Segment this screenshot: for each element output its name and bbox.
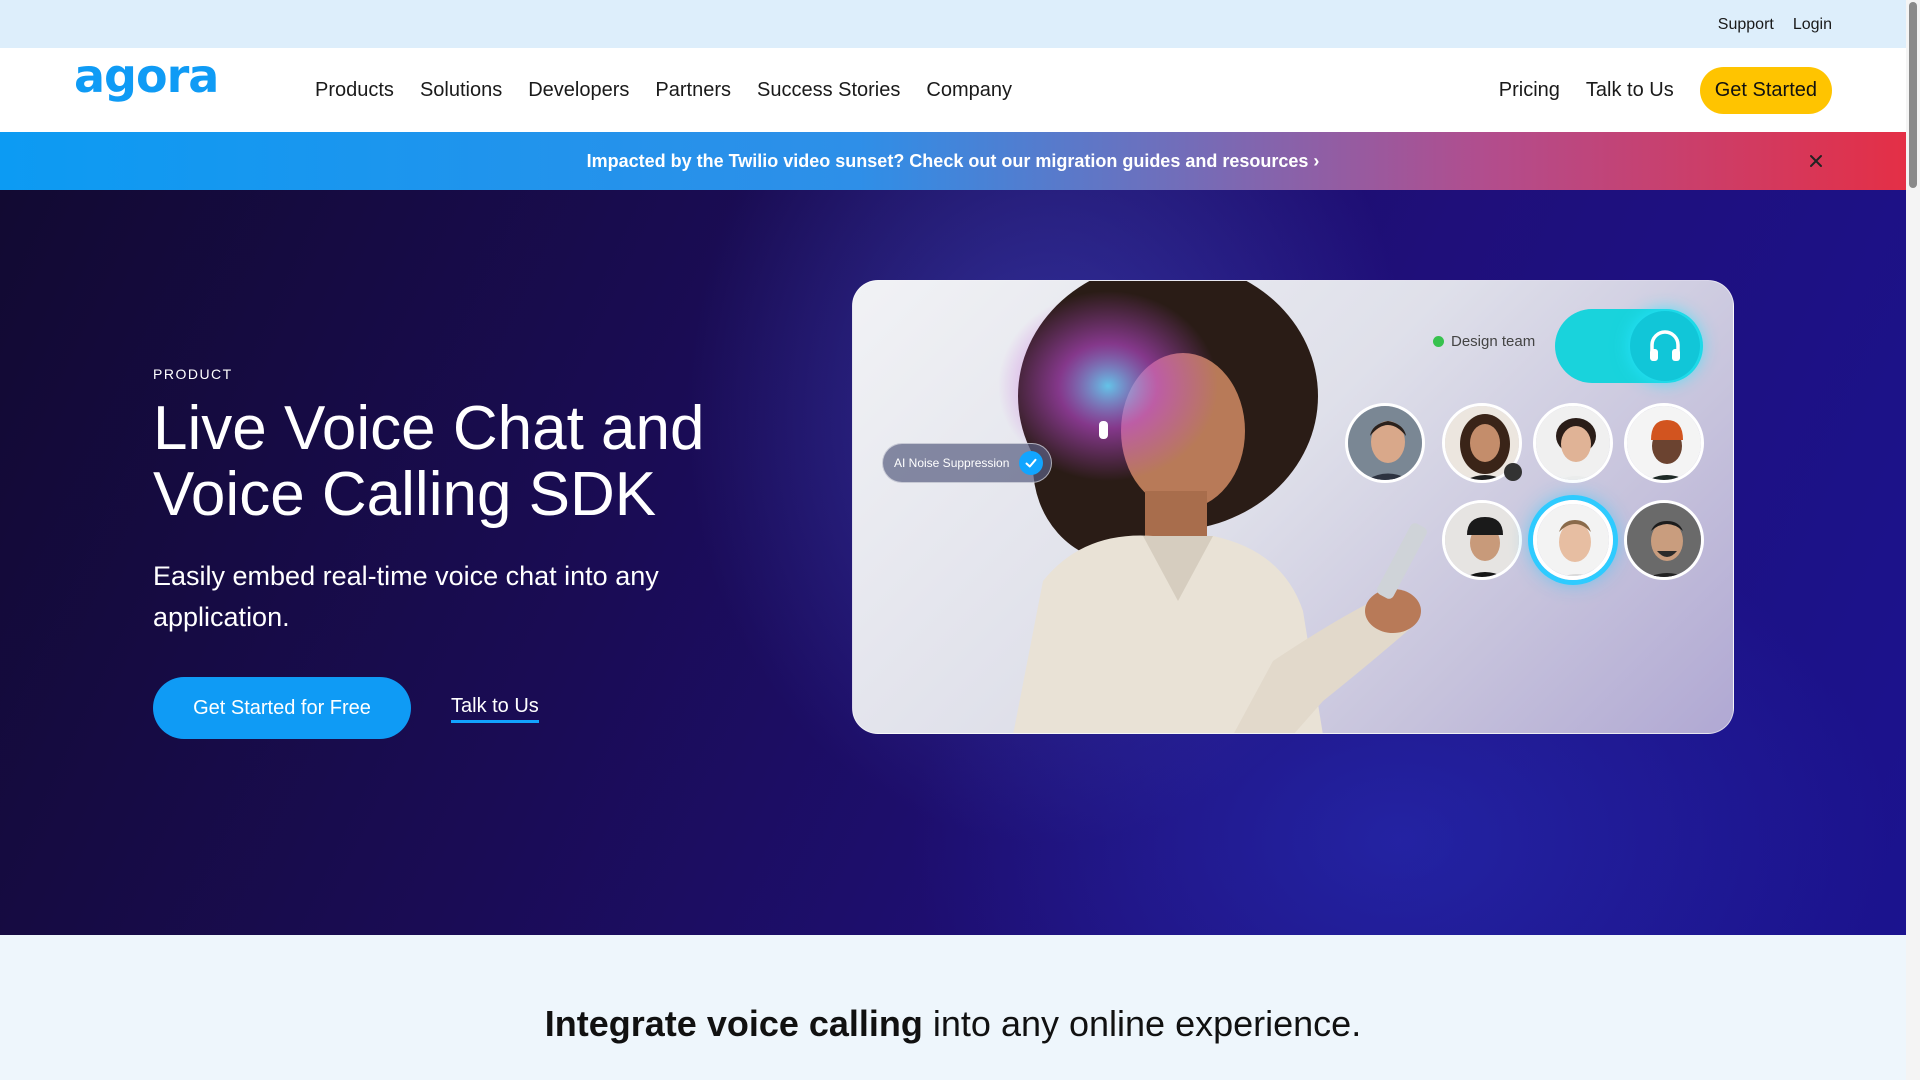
intro-heading-bold: Integrate voice calling (544, 1003, 923, 1044)
agora-logo[interactable]: agora (74, 54, 230, 120)
intro-heading: Integrate voice calling into any online … (0, 1003, 1906, 1045)
support-link[interactable]: Support (1718, 16, 1774, 34)
avatar[interactable] (1345, 403, 1425, 483)
nav-item-products[interactable]: Products (315, 79, 394, 102)
avatar[interactable] (1442, 500, 1522, 580)
announcement-banner: Impacted by the Twilio video sunset? Che… (0, 132, 1906, 190)
login-link[interactable]: Login (1793, 16, 1832, 34)
utility-links: Support Login (1718, 16, 1832, 34)
headphones-icon (1630, 311, 1700, 381)
hero-voice-card: AI Noise Suppression Design team (852, 280, 1734, 734)
nav-item-partners[interactable]: Partners (655, 79, 731, 102)
avatar[interactable] (1624, 403, 1704, 483)
nav-item-company[interactable]: Company (926, 79, 1012, 102)
page-scrollbar[interactable] (1906, 0, 1920, 1080)
ai-noise-suppression-label: AI Noise Suppression (894, 456, 1010, 470)
voice-toggle[interactable] (1555, 309, 1703, 383)
online-status-dot (1433, 336, 1444, 347)
design-team-text: Design team (1451, 333, 1536, 350)
avatar-active-speaker[interactable] (1533, 500, 1613, 580)
avatar[interactable] (1533, 403, 1613, 483)
nav-menu: Products Solutions Developers Partners S… (315, 48, 1012, 132)
avatar[interactable] (1624, 500, 1704, 580)
hero-subtitle: Easily embed real-time voice chat into a… (153, 561, 659, 632)
hero-section: PRODUCT Live Voice Chat and Voice Callin… (0, 190, 1906, 935)
nav-pricing-link[interactable]: Pricing (1499, 79, 1560, 102)
nav-talk-link[interactable]: Talk to Us (1586, 79, 1674, 102)
nav-item-developers[interactable]: Developers (528, 79, 629, 102)
design-team-label: Design team (1433, 333, 1535, 350)
ai-noise-suppression-badge: AI Noise Suppression (882, 443, 1053, 483)
get-started-button[interactable]: Get Started (1699, 66, 1832, 114)
hero-eyebrow: PRODUCT (153, 366, 233, 382)
scrollbar-thumb[interactable] (1909, 2, 1917, 188)
intro-section: Integrate voice calling into any online … (0, 935, 1906, 1080)
utility-bar: Support Login (0, 0, 1906, 48)
nav-right: Pricing Talk to Us Get Started (1499, 48, 1832, 132)
banner-link[interactable]: Impacted by the Twilio video sunset? Che… (587, 151, 1320, 172)
close-icon[interactable] (1806, 151, 1826, 171)
get-started-free-button[interactable]: Get Started for Free (153, 677, 411, 739)
intro-heading-rest: into any online experience. (922, 1003, 1362, 1044)
nav-item-success-stories[interactable]: Success Stories (757, 79, 900, 102)
svg-text:agora: agora (74, 54, 218, 103)
main-nav: agora Products Solutions Developers Part… (0, 48, 1906, 132)
nav-item-solutions[interactable]: Solutions (420, 79, 502, 102)
mic-off-icon (1504, 463, 1522, 481)
talk-to-us-link[interactable]: Talk to Us (451, 695, 539, 723)
hero-title: Live Voice Chat and Voice Calling SDK (153, 394, 705, 529)
check-icon (1019, 451, 1044, 475)
